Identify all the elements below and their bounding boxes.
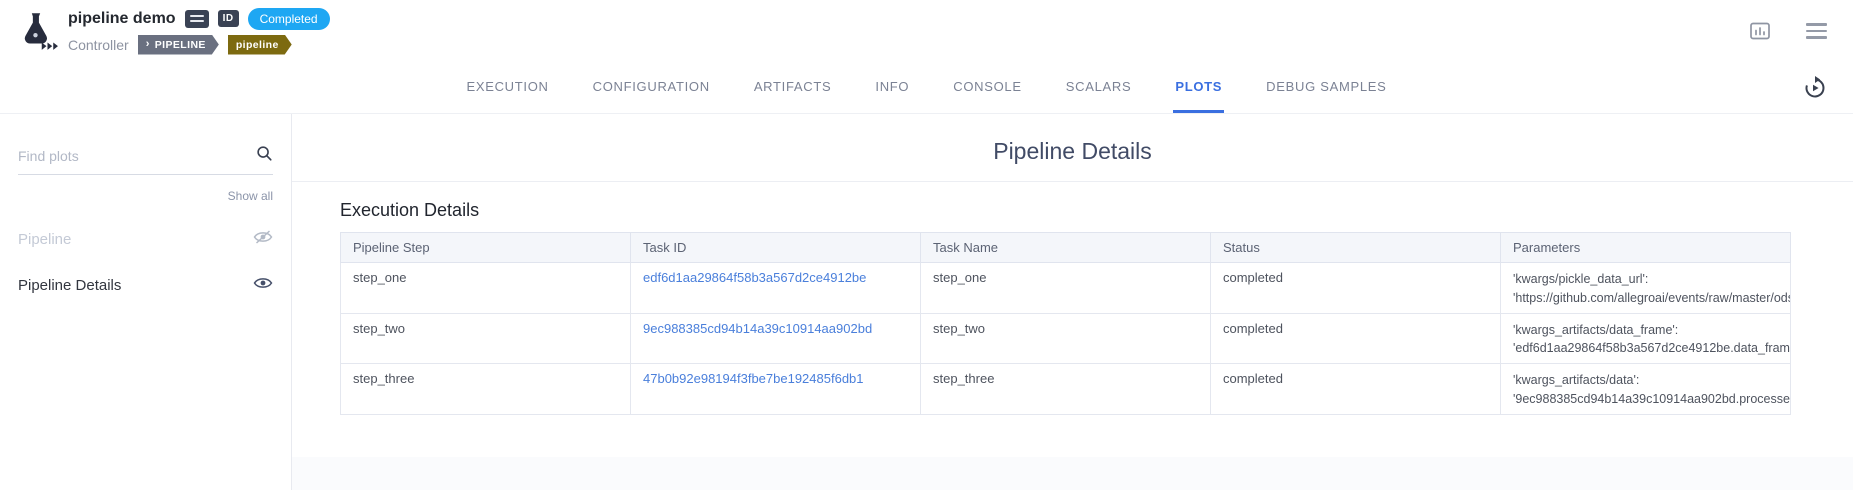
task-id-badge[interactable]: ID: [218, 10, 239, 27]
cell-task-id: 47b0b92e98194f3fbe7be192485f6db1: [631, 364, 921, 415]
column-header-task-id: Task ID: [631, 233, 921, 263]
table-section-title: Execution Details: [340, 200, 1853, 221]
tab-configuration[interactable]: CONFIGURATION: [591, 62, 712, 113]
chevron-right-icon: ›: [146, 39, 150, 50]
cell-pipeline-step: step_one: [341, 263, 631, 314]
plots-sidebar: Show all Pipeline Pipeline Details: [0, 114, 292, 490]
sidebar-item-label: Pipeline Details: [18, 277, 121, 294]
tab-scalars[interactable]: SCALARS: [1064, 62, 1134, 113]
table-row: step_one edf6d1aa29864f58b3a567d2ce4912b…: [341, 263, 1791, 314]
cell-status: completed: [1211, 263, 1501, 314]
tab-execution[interactable]: EXECUTION: [464, 62, 550, 113]
cell-parameters: 'kwargs/pickle_data_url': 'https://githu…: [1501, 263, 1791, 314]
status-badge: Completed: [248, 8, 330, 30]
cell-task-name: step_one: [921, 263, 1211, 314]
cell-parameters: 'kwargs_artifacts/data_frame': 'edf6d1aa…: [1501, 313, 1791, 364]
auto-refresh-icon[interactable]: [1803, 76, 1827, 100]
tab-bar: EXECUTION CONFIGURATION ARTIFACTS INFO C…: [0, 62, 1853, 114]
sidebar-item-pipeline[interactable]: Pipeline: [18, 229, 273, 249]
top-header: pipeline demo ID Completed Controller ›P…: [0, 0, 1853, 62]
tag-pipeline: ›PIPELINE: [138, 35, 219, 55]
plot-search: [18, 144, 273, 175]
table-row: step_two 9ec988385cd94b14a39c10914aa902b…: [341, 313, 1791, 364]
tag-pipeline-project: pipeline: [228, 35, 292, 55]
column-header-pipeline-step: Pipeline Step: [341, 233, 631, 263]
show-all-link[interactable]: Show all: [18, 189, 273, 203]
table-row: step_three 47b0b92e98194f3fbe7be192485f6…: [341, 364, 1791, 415]
task-title-block: pipeline demo ID Completed Controller ›P…: [68, 8, 330, 55]
task-title: pipeline demo: [68, 10, 176, 28]
plot-title: Pipeline Details: [292, 138, 1853, 165]
cell-parameters: 'kwargs_artifacts/data': '9ec988385cd94b…: [1501, 364, 1791, 415]
content-area: Show all Pipeline Pipeline Details: [0, 114, 1853, 490]
table-header-row: Pipeline Step Task ID Task Name Status P…: [341, 233, 1791, 263]
app-window: pipeline demo ID Completed Controller ›P…: [0, 0, 1853, 490]
execution-details-table: Pipeline Step Task ID Task Name Status P…: [340, 232, 1791, 415]
task-type-label: Controller: [68, 37, 129, 53]
cell-task-name: step_two: [921, 313, 1211, 364]
sidebar-item-label: Pipeline: [18, 231, 71, 248]
eye-icon[interactable]: [253, 275, 273, 295]
task-id-link[interactable]: 47b0b92e98194f3fbe7be192485f6db1: [643, 371, 864, 386]
cell-task-name: step_three: [921, 364, 1211, 415]
column-header-parameters: Parameters: [1501, 233, 1791, 263]
search-icon: [255, 144, 273, 167]
tab-console[interactable]: CONSOLE: [951, 62, 1023, 113]
cell-task-id: 9ec988385cd94b14a39c10914aa902bd: [631, 313, 921, 364]
clearml-flask-icon: [12, 7, 60, 55]
eye-off-icon[interactable]: [253, 229, 273, 249]
tab-plots[interactable]: PLOTS: [1173, 62, 1224, 113]
hamburger-menu-icon[interactable]: [1806, 23, 1827, 38]
column-header-status: Status: [1211, 233, 1501, 263]
tab-artifacts[interactable]: ARTIFACTS: [752, 62, 834, 113]
plot-main-area: Pipeline Details Execution Details Pipel…: [292, 114, 1853, 490]
cell-status: completed: [1211, 313, 1501, 364]
cell-pipeline-step: step_three: [341, 364, 631, 415]
tab-debug-samples[interactable]: DEBUG SAMPLES: [1264, 62, 1388, 113]
cell-status: completed: [1211, 364, 1501, 415]
cell-pipeline-step: step_two: [341, 313, 631, 364]
task-id-link[interactable]: 9ec988385cd94b14a39c10914aa902bd: [643, 321, 872, 336]
tab-info[interactable]: INFO: [873, 62, 911, 113]
search-input[interactable]: [18, 148, 255, 164]
column-header-task-name: Task Name: [921, 233, 1211, 263]
plot-card: Pipeline Details Execution Details Pipel…: [292, 114, 1853, 457]
task-id-link[interactable]: edf6d1aa29864f58b3a567d2ce4912be: [643, 270, 866, 285]
details-panel-icon[interactable]: [1748, 19, 1772, 43]
console-output-icon[interactable]: [185, 10, 209, 28]
sidebar-item-pipeline-details[interactable]: Pipeline Details: [18, 275, 273, 295]
cell-task-id: edf6d1aa29864f58b3a567d2ce4912be: [631, 263, 921, 314]
